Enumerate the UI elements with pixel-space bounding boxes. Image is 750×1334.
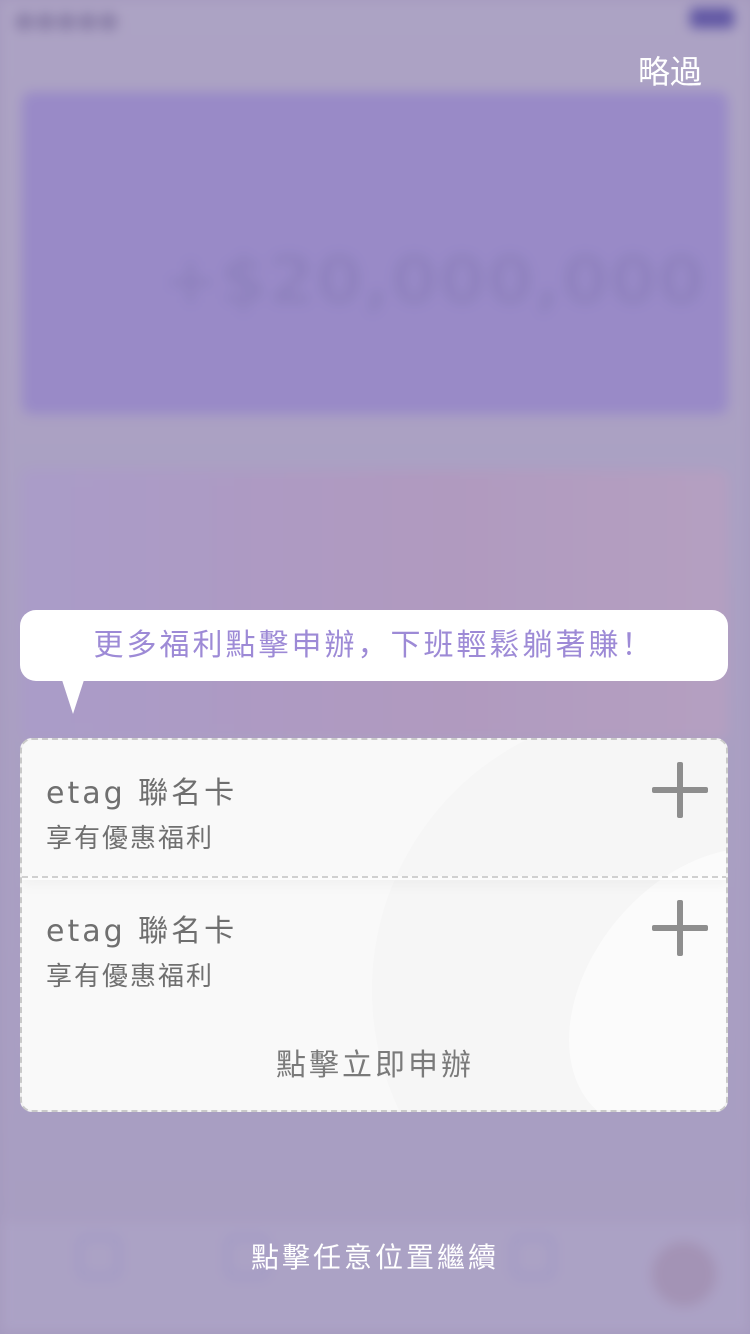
tooltip-text: 更多福利點擊申辦，下班輕鬆躺著賺！ [93, 628, 655, 663]
plus-icon[interactable] [652, 762, 708, 818]
apply-now-button[interactable]: 點擊立即申辦 [22, 1040, 726, 1084]
card-item-etag-2[interactable]: etag 聯名卡 享有優惠福利 點擊立即申辦 [22, 876, 726, 1110]
skip-button[interactable]: 略過 [620, 50, 720, 94]
card-title: etag 聯名卡 [46, 914, 238, 949]
card-item-etag-1[interactable]: etag 聯名卡 享有優惠福利 [22, 740, 726, 880]
continue-hint: 點擊任意位置繼續 [250, 1241, 499, 1274]
tooltip-arrow [62, 680, 84, 714]
tooltip-bubble: 更多福利點擊申辦，下班輕鬆躺著賺！ [20, 610, 728, 681]
highlighted-card-area[interactable]: etag 聯名卡 享有優惠福利 etag 聯名卡 享有優惠福利 點擊立即申辦 [20, 738, 728, 1112]
plus-icon[interactable] [652, 900, 708, 956]
card-subtitle: 享有優惠福利 [46, 824, 215, 854]
card-title: etag 聯名卡 [46, 776, 238, 811]
card-subtitle: 享有優惠福利 [46, 962, 215, 992]
